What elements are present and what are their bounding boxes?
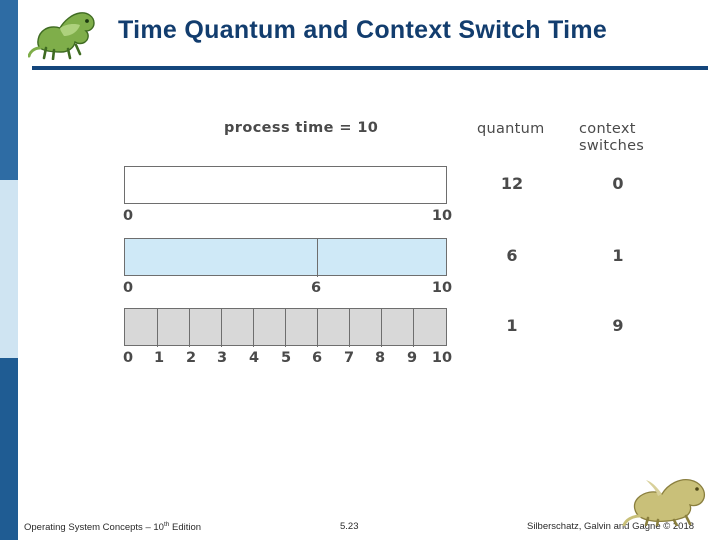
tick-label: 10 [431,280,453,296]
timeline-bar [124,238,447,277]
footer-book-title-text: Operating System Concepts – 10 [24,522,164,534]
tick-label: 6 [310,280,322,296]
context-switch-value: 9 [612,316,624,335]
tick-label: 10 [431,208,453,224]
tick-label: 0 [122,208,134,224]
process-time-label: process time = 10 [224,120,379,136]
column-header-context-switches: context switches [579,121,689,155]
tick-label: 6 [311,350,323,366]
timeline-divider [381,309,382,347]
timeline-divider [221,309,222,347]
timeline-divider [317,239,318,277]
timeline-divider [157,309,158,347]
timeline-bar [124,308,447,347]
context-header-line2: switches [579,138,645,154]
tick-label: 4 [248,350,260,366]
tick-label: 2 [185,350,197,366]
tick-label: 1 [153,350,165,366]
tick-label: 8 [374,350,386,366]
timeline-divider [285,309,286,347]
tick-label: 3 [216,350,228,366]
dinosaur-logo-bottom-icon [622,470,714,528]
dinosaur-logo-icon [27,4,102,61]
quantum-value: 12 [500,174,524,193]
tick-label-row: 0 10 [0,208,720,228]
tick-label: 9 [406,350,418,366]
timeline-bar [124,166,447,204]
tick-label: 7 [343,350,355,366]
tick-label-row: 0 1 2 3 4 5 6 7 8 9 10 [0,350,720,370]
context-switch-value: 0 [612,174,624,193]
timeline-divider [317,309,318,347]
tick-label: 5 [280,350,292,366]
tick-label-row: 0 6 10 [0,280,720,300]
sidebar-accent-bottom [0,358,18,540]
tick-label: 0 [122,350,134,366]
tick-label: 0 [122,280,134,296]
tick-label: 10 [431,350,453,366]
timeline-divider [253,309,254,347]
footer-edition-suffix: Edition [169,522,202,534]
quantum-value: 1 [506,316,518,335]
column-header-quantum: quantum [477,121,545,137]
page-title: Time Quantum and Context Switch Time [118,16,608,44]
context-switch-value: 1 [612,246,624,265]
timeline-divider [413,309,414,347]
timeline-divider [349,309,350,347]
context-header-line1: context [579,121,636,137]
figure-time-quantum: process time = 10 quantum context switch… [0,120,720,380]
quantum-value: 6 [506,246,518,265]
footer-slide-number: 5.23 [340,521,359,532]
footer-book-title: Operating System Concepts – 10th Edition [24,521,201,533]
timeline-divider [189,309,190,347]
title-underline [32,66,708,70]
